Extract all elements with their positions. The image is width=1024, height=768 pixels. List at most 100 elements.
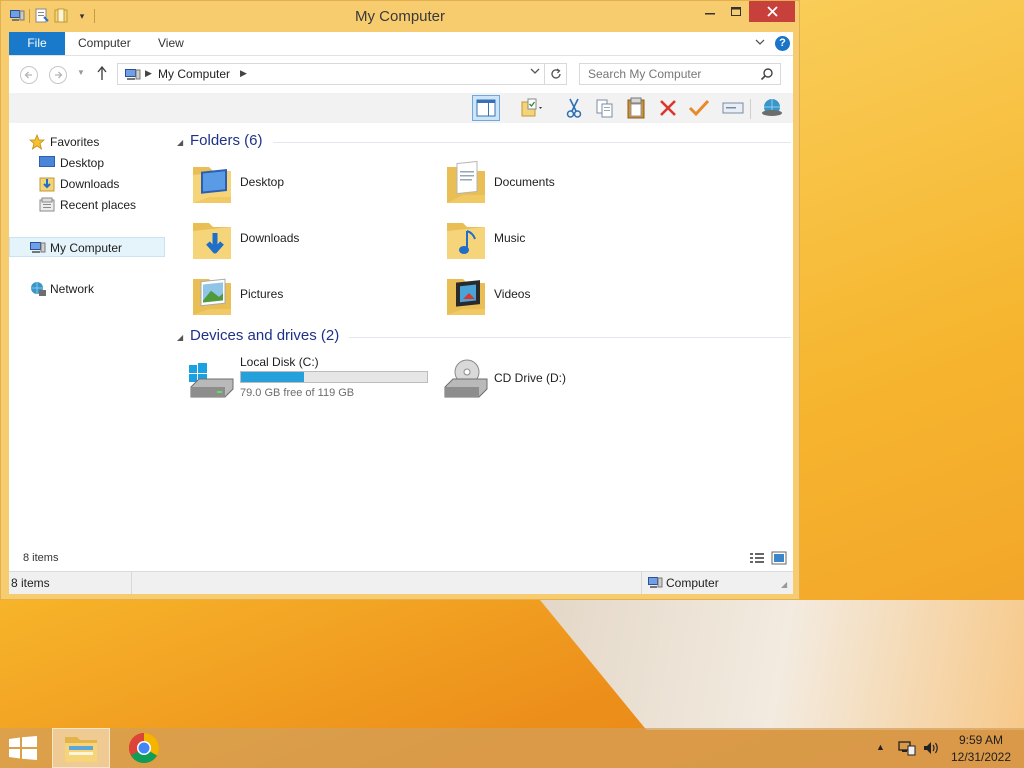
- clock-time[interactable]: 9:59 AM: [948, 733, 1014, 747]
- drives-group-title: Devices and drives (2): [190, 327, 340, 344]
- folder-name: Downloads: [240, 231, 300, 245]
- search-box[interactable]: [579, 63, 781, 85]
- network-status-icon[interactable]: [898, 740, 916, 759]
- nav-desktop[interactable]: Desktop: [9, 153, 159, 173]
- desktop-icon: [39, 155, 55, 175]
- nav-network[interactable]: Network: [9, 279, 159, 299]
- back-button[interactable]: [20, 66, 38, 84]
- folder-music[interactable]: Music: [443, 213, 683, 267]
- minimize-button[interactable]: [697, 1, 723, 22]
- title-bar[interactable]: ▾ My Computer: [1, 1, 799, 31]
- desktop-folder-icon: [189, 157, 235, 210]
- tab-view[interactable]: View: [145, 32, 197, 55]
- downloads-folder-icon: [189, 213, 235, 266]
- search-icon[interactable]: [760, 67, 774, 84]
- drive-usage-bar: [240, 371, 428, 383]
- drive-cd-d[interactable]: CD Drive (D:): [441, 355, 641, 409]
- preview-pane-button[interactable]: [472, 95, 500, 121]
- folders-group-header[interactable]: ◢ Folders (6): [177, 131, 791, 153]
- clock-date[interactable]: 12/31/2022: [948, 750, 1014, 764]
- cd-drive-icon: [441, 359, 489, 404]
- computer-icon: [647, 576, 663, 593]
- command-toolbar: [9, 93, 793, 123]
- ribbon-tabs: File Computer View ?: [9, 32, 793, 56]
- refresh-button[interactable]: [545, 63, 567, 85]
- folder-name: Pictures: [240, 287, 284, 301]
- videos-folder-icon: [443, 269, 489, 322]
- large-icons-view-icon[interactable]: [771, 551, 787, 568]
- content-pane: ◢ Folders (6) Desktop Documents Download…: [171, 123, 793, 571]
- status-bar: 8 items Computer ◢: [9, 571, 793, 594]
- volume-icon[interactable]: [922, 740, 940, 759]
- address-bar[interactable]: ▶ My Computer ▶: [117, 63, 545, 85]
- folder-pictures[interactable]: Pictures: [189, 269, 429, 323]
- folder-downloads[interactable]: Downloads: [189, 213, 429, 267]
- taskbar-chrome[interactable]: [122, 728, 166, 768]
- status-location: Computer: [666, 576, 719, 590]
- resize-grip-icon[interactable]: ◢: [781, 580, 787, 589]
- explorer-window: ▾ My Computer File Computer View ? ▼ ▶ M…: [0, 0, 800, 600]
- recent-locations-icon[interactable]: ▼: [77, 68, 85, 77]
- navigation-pane: Favorites Desktop Downloads Recent place…: [9, 123, 166, 571]
- close-button[interactable]: [749, 1, 795, 22]
- breadcrumb-arrow-icon[interactable]: ▶: [240, 68, 247, 79]
- paste-icon[interactable]: [622, 95, 650, 121]
- forward-button[interactable]: [49, 66, 67, 84]
- collapse-icon[interactable]: ◢: [177, 333, 183, 342]
- music-folder-icon: [443, 213, 489, 266]
- drive-usage-fill: [241, 372, 305, 382]
- folder-name: Desktop: [240, 175, 285, 189]
- folder-documents[interactable]: Documents: [443, 157, 683, 211]
- documents-folder-icon: [443, 157, 489, 210]
- folder-desktop[interactable]: Desktop: [189, 157, 429, 211]
- rename-icon[interactable]: [685, 95, 713, 121]
- window-title: My Computer: [354, 8, 446, 25]
- nav-favorites[interactable]: Favorites: [9, 132, 159, 152]
- drive-name: Local Disk (C:): [240, 355, 319, 369]
- hard-drive-icon: [187, 359, 235, 402]
- folder-name: Music: [494, 231, 526, 245]
- computer-icon: [122, 67, 142, 85]
- item-count: 8 items: [23, 552, 59, 564]
- tab-computer[interactable]: Computer: [65, 32, 144, 55]
- address-row: ▼ ▶ My Computer ▶: [9, 56, 793, 93]
- up-button[interactable]: [96, 65, 108, 85]
- drive-free-space: 79.0 GB free of 119 GB: [240, 387, 355, 399]
- status-item-count: 8 items: [11, 576, 50, 590]
- folder-name: Documents: [494, 175, 555, 189]
- tab-file[interactable]: File: [9, 32, 65, 55]
- recent-places-icon: [39, 197, 57, 219]
- nav-downloads[interactable]: Downloads: [9, 174, 159, 194]
- folder-videos[interactable]: Videos: [443, 269, 683, 323]
- properties-button[interactable]: [512, 95, 552, 121]
- search-input[interactable]: [580, 64, 758, 84]
- maximize-button[interactable]: [723, 1, 749, 22]
- start-button[interactable]: [8, 736, 38, 763]
- folders-group-title: Folders (6): [190, 132, 263, 149]
- breadcrumb-my-computer[interactable]: My Computer: [158, 67, 230, 81]
- expand-ribbon-icon[interactable]: [755, 38, 765, 49]
- taskbar: ▲ 9:59 AM 12/31/2022: [0, 728, 1024, 768]
- drive-local-disk-c[interactable]: Local Disk (C:) 79.0 GB free of 119 GB: [187, 355, 437, 409]
- copy-icon[interactable]: [591, 95, 619, 121]
- details-view-icon[interactable]: [749, 551, 765, 568]
- network-icon[interactable]: [758, 95, 786, 121]
- drive-name: CD Drive (D:): [494, 371, 566, 385]
- delete-icon[interactable]: [654, 95, 682, 121]
- folder-name: Videos: [494, 287, 531, 301]
- address-dropdown-icon[interactable]: [530, 67, 540, 78]
- computer-icon: [29, 240, 47, 261]
- cut-icon[interactable]: [560, 95, 588, 121]
- taskbar-file-explorer[interactable]: [52, 728, 110, 768]
- collapse-icon[interactable]: ◢: [177, 138, 183, 147]
- show-hidden-icons-icon[interactable]: ▲: [876, 742, 885, 752]
- breadcrumb-arrow-icon[interactable]: ▶: [145, 68, 152, 79]
- network-icon: [29, 281, 47, 303]
- help-icon[interactable]: ?: [775, 36, 790, 51]
- map-drive-icon[interactable]: [719, 95, 747, 121]
- drives-group-header[interactable]: ◢ Devices and drives (2): [177, 326, 791, 348]
- explorer-body: Favorites Desktop Downloads Recent place…: [9, 123, 793, 571]
- pictures-folder-icon: [189, 269, 235, 322]
- nav-my-computer[interactable]: My Computer: [9, 237, 165, 257]
- nav-recent-places[interactable]: Recent places: [9, 195, 159, 215]
